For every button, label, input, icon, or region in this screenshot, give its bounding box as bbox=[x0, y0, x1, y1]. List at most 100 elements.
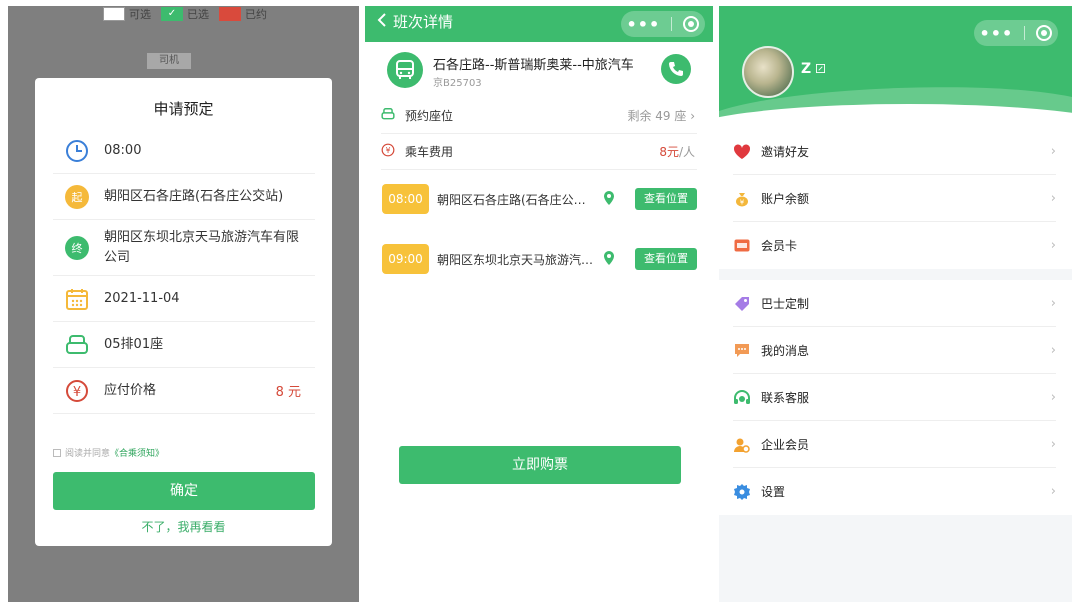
location-pin-icon bbox=[603, 250, 615, 269]
menu-item-settings[interactable]: 设置 › bbox=[719, 468, 1072, 515]
stop-row: 09:00 朝阳区东坝北京天马旅游汽… 查看位置 bbox=[381, 230, 697, 288]
capsule-divider bbox=[1024, 26, 1026, 40]
username[interactable]: Z bbox=[801, 61, 826, 77]
agree-text: 阅读并同意 bbox=[65, 449, 111, 459]
price-row: ¥ 应付价格 8 元 bbox=[53, 368, 315, 414]
location-pin-icon bbox=[603, 190, 615, 209]
headset-icon bbox=[733, 389, 751, 407]
chevron-right-icon: › bbox=[1050, 238, 1056, 253]
chevron-right-icon: › bbox=[690, 109, 695, 123]
chevron-left-icon bbox=[377, 12, 387, 32]
dialog-title: 申请预定 bbox=[153, 100, 214, 118]
chevron-right-icon: › bbox=[1050, 437, 1056, 452]
mini-program-capsule: ••• bbox=[974, 20, 1058, 46]
start-row: 起 朝阳区石各庄路(石各庄公交站) bbox=[53, 174, 315, 220]
back-button[interactable]: 班次详情 bbox=[377, 11, 453, 32]
gear-icon bbox=[733, 483, 751, 501]
fee-value: 8元/人 bbox=[659, 143, 695, 160]
legend-booked: 已约 bbox=[219, 6, 267, 22]
stop-row: 08:00 朝阳区石各庄路(石各庄公… 查看位置 bbox=[381, 170, 697, 228]
legend-available: 可选 bbox=[103, 6, 151, 22]
fee-info-row: ¥ 乘车费用 8元/人 bbox=[381, 134, 697, 170]
trip-detail-panel: 班次详情 ••• 石各庄路--斯普瑞斯奥莱--中旅汽车 京B25703 预约座位… bbox=[365, 6, 713, 602]
menu-item-messages[interactable]: 我的消息 › bbox=[719, 327, 1072, 374]
stop-name: 朝阳区石各庄路(石各庄公… bbox=[437, 192, 586, 207]
menu-item-support[interactable]: 联系客服 › bbox=[719, 374, 1072, 421]
end-row: 终 朝阳区东坝北京天马旅游汽车有限公司 bbox=[53, 220, 315, 276]
fee-unit: /人 bbox=[678, 145, 695, 159]
close-target-icon[interactable] bbox=[683, 16, 700, 32]
confirm-button[interactable]: 确定 bbox=[53, 472, 315, 510]
enterprise-member-icon bbox=[733, 436, 751, 454]
chevron-right-icon: › bbox=[1050, 390, 1056, 405]
page-title: 班次详情 bbox=[393, 13, 454, 31]
bus-icon bbox=[387, 52, 423, 88]
fee-amount: 8元 bbox=[659, 145, 679, 159]
calendar-icon bbox=[65, 287, 89, 311]
heart-icon bbox=[733, 143, 751, 161]
fee-label: 乘车费用 bbox=[405, 145, 454, 159]
menu-label: 企业会员 bbox=[761, 438, 810, 452]
price-label: 应付价格 bbox=[104, 382, 157, 398]
time-row: 08:00 bbox=[53, 128, 315, 174]
date-value: 2021-11-04 bbox=[104, 290, 180, 306]
plate-number: 京B25703 bbox=[433, 78, 482, 89]
capsule-divider bbox=[671, 17, 673, 31]
legend-label: 可选 bbox=[129, 8, 151, 21]
menu-item-invite[interactable]: 邀请好友 › bbox=[719, 128, 1072, 175]
close-target-icon[interactable] bbox=[1036, 25, 1053, 41]
agreement-link[interactable]: 《合乘须知》 bbox=[110, 446, 164, 459]
menu-item-custom-bus[interactable]: 巴士定制 › bbox=[719, 280, 1072, 327]
yuan-icon: ¥ bbox=[65, 379, 89, 403]
driver-seat: 司机 bbox=[147, 53, 191, 69]
end-badge: 终 bbox=[65, 235, 89, 260]
chevron-right-icon: › bbox=[1050, 144, 1056, 159]
menu-label: 账户余额 bbox=[761, 192, 810, 206]
stop-time-badge: 09:00 bbox=[382, 244, 429, 274]
legend-swatch-available bbox=[103, 7, 125, 21]
menu-item-balance[interactable]: ¥ 账户余额 › bbox=[719, 175, 1072, 222]
more-icon[interactable]: ••• bbox=[980, 24, 1014, 43]
stop-name: 朝阳区东坝北京天马旅游汽… bbox=[437, 252, 594, 267]
svg-text:¥: ¥ bbox=[73, 385, 81, 400]
menu-item-member-card[interactable]: 会员卡 › bbox=[719, 222, 1072, 269]
booking-panel: 可选 ✓ 已选 已约 司机 申请预定 08:00 起 朝阳区石各庄路(石各庄公交… bbox=[8, 6, 359, 602]
start-location: 朝阳区石各庄路(石各庄公交站) bbox=[104, 188, 284, 204]
profile-panel: ••• Z 邀请好友 › ¥ 账户余额 › 会员卡 › 巴士定制 › 我的消息 … bbox=[719, 6, 1072, 602]
menu-group-services: 巴士定制 › 我的消息 › 联系客服 › 企业会员 › 设置 › bbox=[719, 280, 1072, 515]
price-value: 8 元 bbox=[275, 385, 301, 400]
avatar[interactable] bbox=[742, 46, 794, 98]
route-name: 石各庄路--斯普瑞斯奥莱--中旅汽车 bbox=[433, 58, 634, 73]
view-location-button[interactable]: 查看位置 bbox=[635, 188, 697, 210]
start-badge: 起 bbox=[65, 184, 89, 209]
view-location-button[interactable]: 查看位置 bbox=[635, 248, 697, 270]
chevron-right-icon: › bbox=[1050, 343, 1056, 358]
chevron-right-icon: › bbox=[1050, 484, 1056, 499]
message-icon bbox=[733, 342, 751, 360]
svg-text:¥: ¥ bbox=[740, 198, 745, 206]
decline-button[interactable]: 不了，我再看看 bbox=[35, 518, 332, 535]
seat-value: 05排01座 bbox=[104, 336, 164, 352]
seat-legend: 可选 ✓ 已选 已约 bbox=[103, 6, 277, 22]
time-value: 08:00 bbox=[104, 142, 142, 158]
menu-label: 设置 bbox=[761, 485, 786, 499]
menu-label: 会员卡 bbox=[761, 239, 798, 253]
menu-item-enterprise[interactable]: 企业会员 › bbox=[719, 421, 1072, 468]
menu-group-account: 邀请好友 › ¥ 账户余额 › 会员卡 › bbox=[719, 128, 1072, 269]
legend-swatch-selected: ✓ bbox=[161, 7, 183, 21]
end-location: 朝阳区东坝北京天马旅游汽车有限公司 bbox=[104, 229, 300, 265]
more-icon[interactable]: ••• bbox=[627, 15, 661, 34]
booking-dialog: 申请预定 08:00 起 朝阳区石各庄路(石各庄公交站) 终 朝阳区东坝北京天马… bbox=[35, 78, 332, 546]
seat-label: 预约座位 bbox=[405, 109, 454, 123]
legend-label: 已约 bbox=[245, 8, 267, 21]
edit-icon[interactable] bbox=[816, 61, 826, 77]
seat-info-row[interactable]: 预约座位 剩余 49 座 › bbox=[381, 98, 697, 134]
chevron-right-icon: › bbox=[1050, 296, 1056, 311]
buy-ticket-button[interactable]: 立即购票 bbox=[399, 446, 681, 484]
legend-swatch-booked bbox=[219, 7, 241, 21]
phone-icon[interactable] bbox=[661, 54, 691, 84]
agreement[interactable]: 阅读并同意 《合乘须知》 bbox=[53, 446, 164, 459]
chevron-right-icon: › bbox=[1050, 191, 1056, 206]
agree-checkbox[interactable] bbox=[53, 448, 61, 457]
trip-header: 班次详情 ••• bbox=[365, 6, 713, 42]
